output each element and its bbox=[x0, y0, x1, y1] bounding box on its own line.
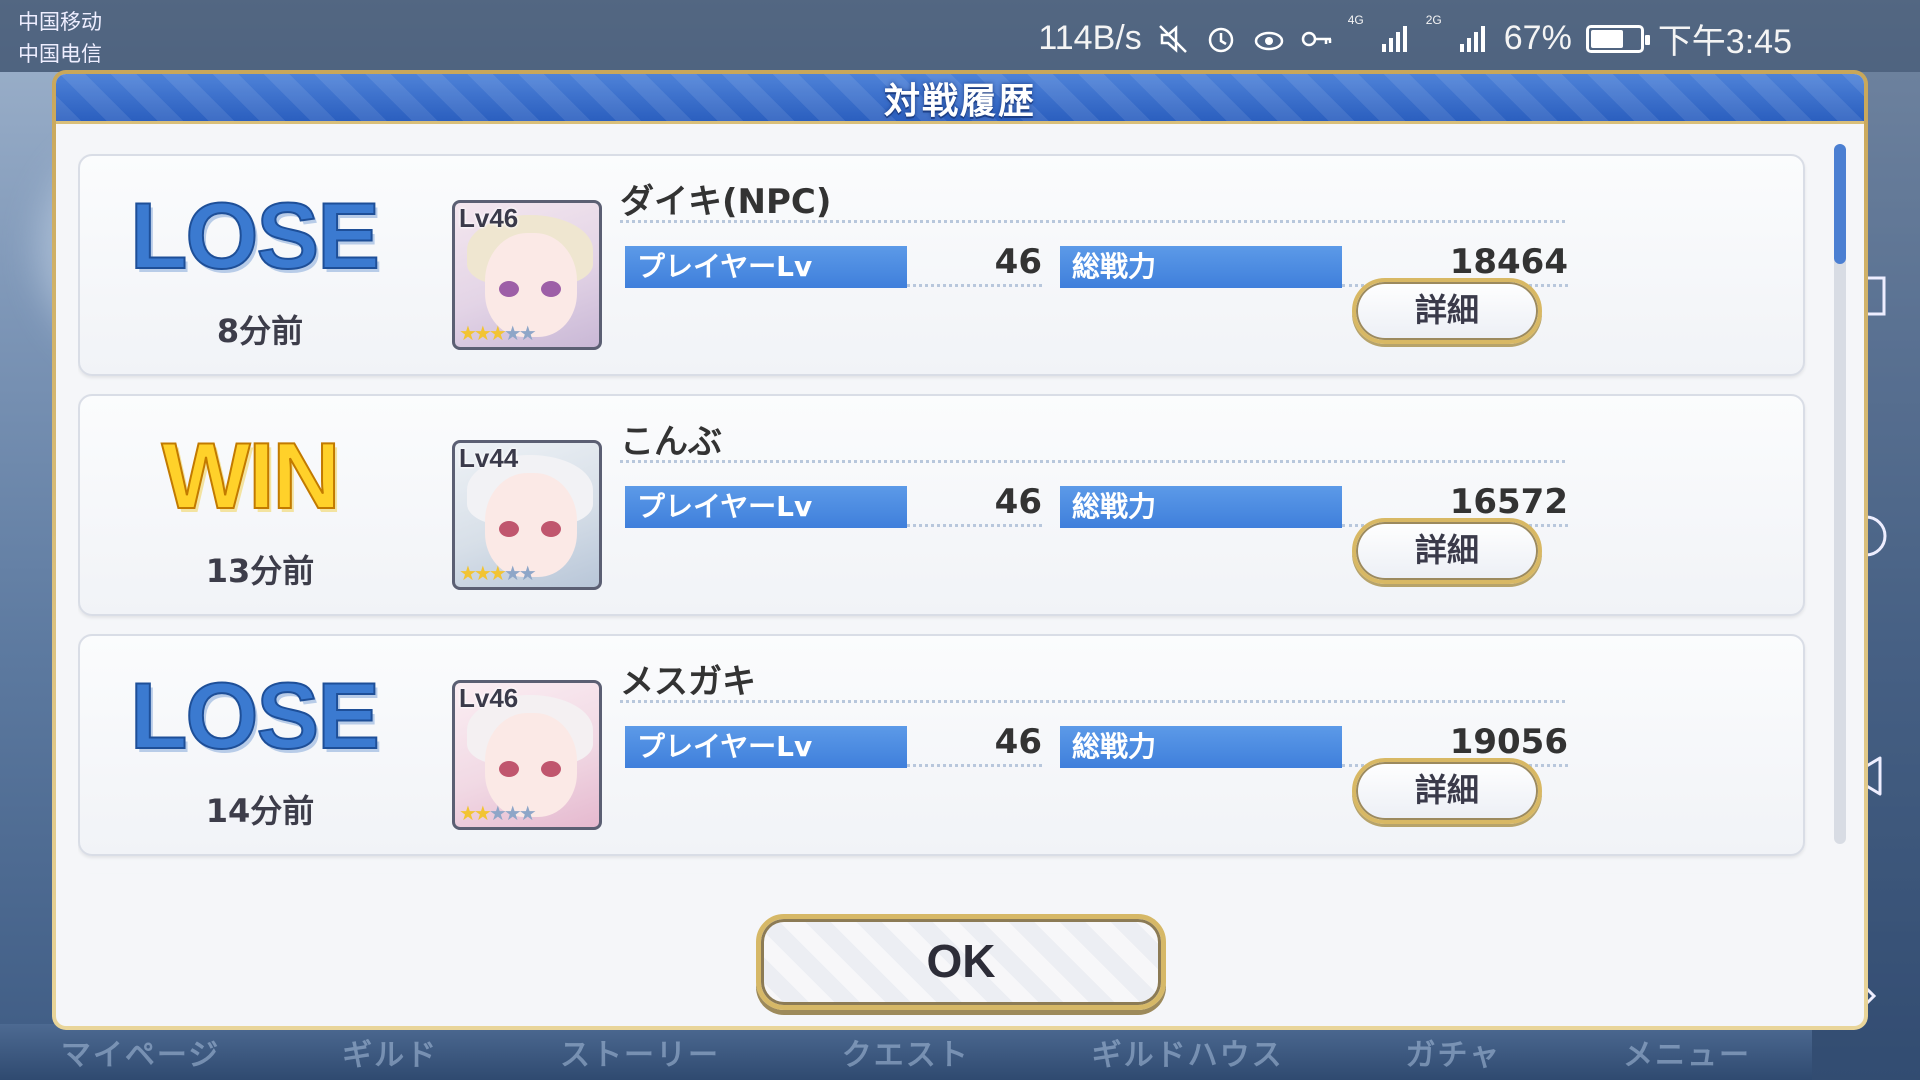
status-icons: 114B/s 4G 2G 67% 下午3:45 bbox=[1038, 14, 1792, 63]
character-level: Lv44 bbox=[459, 443, 519, 473]
total-power-label: 総戦力 bbox=[1060, 726, 1342, 768]
star-rating: ★★★★★ bbox=[459, 321, 537, 345]
total-power-value: 16572 bbox=[1449, 482, 1568, 522]
total-power-label: 総戦力 bbox=[1060, 486, 1342, 528]
net-speed: 114B/s bbox=[1038, 19, 1142, 57]
battle-history-dialog: 対戦履歴 LOSE 8分前 Lv46 ★★★★★ ダイキ(NPC) プレイヤーL… bbox=[52, 70, 1868, 1030]
player-level-value: 46 bbox=[994, 722, 1042, 762]
battery-icon bbox=[1585, 24, 1650, 53]
opponent-portrait[interactable]: Lv46 ★★★★★ bbox=[452, 680, 602, 830]
character-level: Lv46 bbox=[459, 203, 519, 233]
nav-story: ストーリー bbox=[559, 1039, 720, 1072]
player-name: ダイキ(NPC) bbox=[620, 182, 832, 222]
mute-icon bbox=[1158, 24, 1187, 53]
player-name: こんぶ bbox=[620, 422, 722, 462]
background-bottom-nav: マイページ ギルド ストーリー クエスト ギルドハウス ガチャ メニュー bbox=[0, 1024, 1812, 1080]
player-level-label: プレイヤーLv bbox=[625, 486, 907, 528]
net-4g-label: 4G bbox=[1347, 13, 1364, 27]
dialog-body: 対戦履歴 LOSE 8分前 Lv46 ★★★★★ ダイキ(NPC) プレイヤーL… bbox=[56, 74, 1864, 1026]
dialog-title: 対戦履歴 bbox=[883, 80, 1036, 122]
carrier-2: 中国电信 bbox=[18, 42, 102, 66]
net-2g-label: 2G bbox=[1425, 13, 1442, 27]
player-level-label: プレイヤーLv bbox=[625, 246, 907, 288]
ok-button[interactable]: OK bbox=[756, 914, 1166, 1010]
player-level-value: 46 bbox=[994, 242, 1042, 282]
player-level-label: プレイヤーLv bbox=[625, 726, 907, 768]
detail-button[interactable]: 詳細 bbox=[1352, 518, 1542, 584]
nav-menu: メニュー bbox=[1622, 1039, 1751, 1072]
opponent-portrait[interactable]: Lv44 ★★★★★ bbox=[452, 440, 602, 590]
player-name: メスガキ bbox=[620, 662, 756, 702]
clock: 下午3:45 bbox=[1657, 23, 1792, 61]
total-power-value: 19056 bbox=[1449, 722, 1568, 762]
eye-icon bbox=[1254, 31, 1283, 50]
detail-button[interactable]: 詳細 bbox=[1352, 758, 1542, 824]
opponent-portrait[interactable]: Lv46 ★★★★★ bbox=[452, 200, 602, 350]
battle-list[interactable]: LOSE 8分前 Lv46 ★★★★★ ダイキ(NPC) プレイヤーLv 46 … bbox=[78, 144, 1838, 874]
player-level-value: 46 bbox=[994, 482, 1042, 522]
star-rating: ★★★★★ bbox=[459, 561, 537, 585]
battery-percent: 67% bbox=[1503, 19, 1572, 57]
carrier-info: 中国移动 中国电信 bbox=[18, 6, 102, 70]
detail-button[interactable]: 詳細 bbox=[1352, 278, 1542, 344]
dialog-titlebar: 対戦履歴 bbox=[56, 74, 1864, 124]
scrollbar-thumb[interactable] bbox=[1834, 144, 1846, 264]
battle-entry: LOSE 14分前 Lv46 ★★★★★ メスガキ プレイヤーLv 46 総戦力… bbox=[78, 634, 1805, 856]
total-power-value: 18464 bbox=[1449, 242, 1568, 282]
result-label: WIN bbox=[161, 423, 342, 528]
signal-icon bbox=[1459, 25, 1485, 52]
battery-fill bbox=[1590, 29, 1623, 48]
time-ago: 13分前 bbox=[205, 552, 315, 590]
time-ago: 8分前 bbox=[216, 312, 304, 350]
nav-quest: クエスト bbox=[841, 1039, 970, 1072]
star-rating: ★★★★★ bbox=[459, 801, 537, 825]
result-label: LOSE bbox=[129, 663, 381, 768]
battle-entry: LOSE 8分前 Lv46 ★★★★★ ダイキ(NPC) プレイヤーLv 46 … bbox=[78, 154, 1805, 376]
total-power-label: 総戦力 bbox=[1060, 246, 1342, 288]
time-ago: 14分前 bbox=[205, 792, 315, 830]
nav-guildhouse: ギルドハウス bbox=[1091, 1039, 1284, 1072]
signal-icon bbox=[1381, 25, 1407, 52]
result-label: LOSE bbox=[129, 183, 381, 288]
nav-gacha: ガチャ bbox=[1405, 1039, 1502, 1072]
nav-mypage: マイページ bbox=[60, 1039, 221, 1072]
status-bar: 中国移动 中国电信 114B/s 4G 2G 67% 下午3:45 bbox=[0, 0, 1920, 72]
key-icon bbox=[1301, 31, 1331, 46]
carrier-1: 中国移动 bbox=[18, 10, 102, 34]
nav-guild: ギルド bbox=[342, 1039, 439, 1072]
battle-entry: WIN 13分前 Lv44 ★★★★★ こんぶ プレイヤーLv 46 総戦力 1… bbox=[78, 394, 1805, 616]
character-level: Lv46 bbox=[459, 683, 519, 713]
alarm-icon bbox=[1208, 27, 1233, 52]
